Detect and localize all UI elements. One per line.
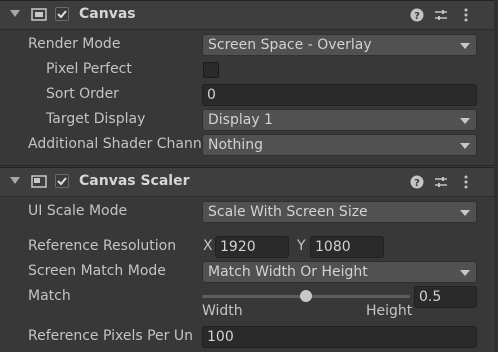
- screen-match-mode-dropdown[interactable]: Match Width Or Height: [202, 261, 477, 283]
- screen-match-mode-label: Screen Match Mode: [28, 263, 166, 279]
- additional-shader-dropdown[interactable]: Nothing: [202, 134, 477, 156]
- preset-icon[interactable]: [433, 7, 449, 23]
- pixel-perfect-label: Pixel Perfect: [46, 61, 132, 77]
- render-mode-value: Screen Space - Overlay: [208, 37, 372, 53]
- svg-text:?: ?: [414, 178, 420, 189]
- canvas-scaler-title: Canvas Scaler: [79, 173, 190, 189]
- match-value-field[interactable]: 0.5: [414, 286, 477, 308]
- reference-resolution-label: Reference Resolution: [28, 238, 177, 254]
- reference-pixels-value: 100: [207, 329, 234, 345]
- component-divider: [0, 165, 498, 166]
- foldout-arrow-icon[interactable]: [10, 177, 20, 184]
- help-icon[interactable]: ?: [409, 7, 425, 23]
- chevron-down-icon: [460, 143, 470, 149]
- chevron-down-icon: [460, 118, 470, 124]
- target-display-label: Target Display: [46, 111, 146, 127]
- inspector-scrollbar[interactable]: [494, 0, 498, 352]
- canvas-scaler-enabled-checkbox[interactable]: [55, 174, 69, 188]
- render-mode-label: Render Mode: [28, 36, 121, 52]
- canvas-scaler-header[interactable]: Canvas Scaler ?: [0, 167, 498, 197]
- reference-y-label[interactable]: Y: [297, 238, 306, 254]
- chevron-down-icon: [460, 270, 470, 276]
- match-label: Match: [28, 288, 71, 304]
- additional-shader-label: Additional Shader Chann: [28, 136, 202, 152]
- reference-x-field[interactable]: 1920: [215, 236, 289, 258]
- foldout-arrow-icon[interactable]: [10, 10, 20, 17]
- preset-icon[interactable]: [433, 174, 449, 190]
- ui-scale-mode-label: UI Scale Mode: [28, 203, 128, 219]
- match-slider-thumb[interactable]: [300, 290, 312, 302]
- checkmark-icon: [57, 10, 67, 19]
- reference-pixels-field[interactable]: 100: [202, 326, 477, 348]
- match-height-label: Height: [366, 303, 413, 319]
- reference-y-field[interactable]: 1080: [310, 236, 384, 258]
- match-width-label: Width: [202, 303, 243, 319]
- canvas-header[interactable]: Canvas ?: [0, 0, 498, 30]
- more-options-icon[interactable]: [458, 7, 474, 23]
- ui-scale-mode-dropdown[interactable]: Scale With Screen Size: [202, 201, 477, 223]
- pixel-perfect-checkbox[interactable]: [203, 62, 219, 78]
- target-display-value: Display 1: [208, 112, 273, 128]
- canvas-component-icon: [31, 8, 47, 21]
- additional-shader-value: Nothing: [208, 137, 264, 153]
- canvas-scaler-component-icon: [31, 175, 47, 188]
- svg-text:?: ?: [414, 11, 420, 22]
- reference-pixels-label: Reference Pixels Per Un: [28, 328, 193, 344]
- target-display-dropdown[interactable]: Display 1: [202, 109, 477, 131]
- reference-y-value: 1080: [315, 239, 351, 255]
- chevron-down-icon: [460, 43, 470, 49]
- canvas-title: Canvas: [79, 6, 136, 22]
- sort-order-value: 0: [207, 87, 216, 103]
- sort-order-label: Sort Order: [46, 86, 119, 102]
- reference-x-value: 1920: [220, 239, 256, 255]
- sort-order-field[interactable]: 0: [202, 84, 477, 106]
- checkmark-icon: [57, 177, 67, 186]
- match-value: 0.5: [419, 289, 442, 305]
- more-options-icon[interactable]: [458, 174, 474, 190]
- render-mode-dropdown[interactable]: Screen Space - Overlay: [202, 34, 477, 56]
- reference-x-label[interactable]: X: [203, 238, 213, 254]
- ui-scale-mode-value: Scale With Screen Size: [208, 204, 368, 220]
- canvas-enabled-checkbox[interactable]: [55, 7, 69, 21]
- help-icon[interactable]: ?: [409, 174, 425, 190]
- chevron-down-icon: [460, 210, 470, 216]
- screen-match-mode-value: Match Width Or Height: [208, 264, 368, 280]
